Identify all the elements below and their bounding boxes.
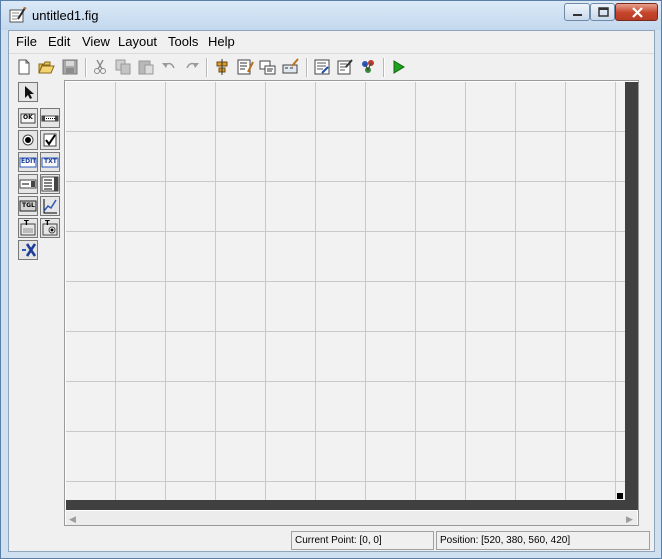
redo-icon[interactable] [183,58,201,76]
toolbar-separator [306,58,308,77]
static-text-label: TXT [44,158,57,165]
panel-label: T [24,219,29,227]
radio-button-icon[interactable] [18,130,38,150]
menu-help[interactable]: Help [208,34,235,49]
panel-icon[interactable]: T [18,218,38,238]
status-message-pane [11,531,291,550]
close-button[interactable] [615,3,658,21]
copy-icon[interactable] [114,58,132,76]
app-window: untitled1.fig File Edit View Layout Tool… [0,0,662,559]
edit-text-label: EDIT [21,158,37,165]
menu-layout[interactable]: Layout [118,34,157,49]
toolbar-separator [85,58,87,77]
push-button-label: OK [23,114,33,121]
checkbox-icon[interactable] [40,130,60,150]
new-icon[interactable] [15,58,33,76]
resize-handle[interactable] [617,493,623,499]
maximize-button[interactable] [590,3,615,21]
push-button-icon[interactable]: OK [18,108,38,128]
toolbar-separator [206,58,208,77]
menu-file[interactable]: File [16,34,37,49]
align-objects-icon[interactable] [213,58,231,76]
client-area: File Edit View Layout Tools Help OK EDIT… [8,30,655,552]
layout-right-edge [625,82,638,503]
scroll-right-icon[interactable]: ▶ [626,514,633,525]
menu-bar: File Edit View Layout Tools Help [9,31,654,52]
select-tool-icon[interactable] [18,82,38,102]
property-inspector-icon[interactable] [336,58,354,76]
button-group-icon[interactable]: T [40,218,60,238]
static-text-icon[interactable]: TXT [40,152,60,172]
toolbar-separator [383,58,385,77]
listbox-icon[interactable] [40,174,60,194]
toolbar [9,53,654,80]
object-browser-icon[interactable] [359,58,377,76]
edit-text-icon[interactable]: EDIT [18,152,38,172]
menu-editor-icon[interactable] [236,58,254,76]
slider-icon[interactable] [40,108,60,128]
layout-area[interactable]: ◀ ▶ [64,80,639,526]
open-icon[interactable] [38,58,56,76]
layout-bottom-edge [66,500,638,510]
menu-edit[interactable]: Edit [48,34,70,49]
toggle-button-icon[interactable]: TGL [18,196,38,216]
current-point-readout: Current Point: [0, 0] [291,531,434,550]
undo-icon[interactable] [160,58,178,76]
cut-icon[interactable] [91,58,109,76]
toggle-button-label: TGL [22,202,35,209]
button-group-label: T [45,219,50,227]
toolbar-editor-icon[interactable] [282,58,300,76]
paste-icon[interactable] [137,58,155,76]
guide-figure-icon [9,6,27,23]
m-file-editor-icon[interactable] [313,58,331,76]
title-bar[interactable]: untitled1.fig [1,1,661,30]
layout-grid[interactable] [66,82,626,500]
popup-menu-icon[interactable] [18,174,38,194]
save-icon[interactable] [61,58,79,76]
tab-order-editor-icon[interactable] [259,58,277,76]
status-bar: Current Point: [0, 0] Position: [520, 38… [9,529,654,551]
window-title: untitled1.fig [32,8,99,23]
menu-tools[interactable]: Tools [168,34,198,49]
component-palette: OK EDIT TXT TGL T T [14,81,64,313]
menu-view[interactable]: View [82,34,110,49]
minimize-button[interactable] [564,3,590,21]
position-readout: Position: [520, 380, 560, 420] [436,531,650,550]
scroll-left-icon[interactable]: ◀ [69,514,76,525]
axes-icon[interactable] [40,196,60,216]
run-icon[interactable] [390,58,408,76]
activex-control-icon[interactable] [18,240,38,260]
horizontal-scrollbar[interactable]: ◀ ▶ [66,511,637,525]
